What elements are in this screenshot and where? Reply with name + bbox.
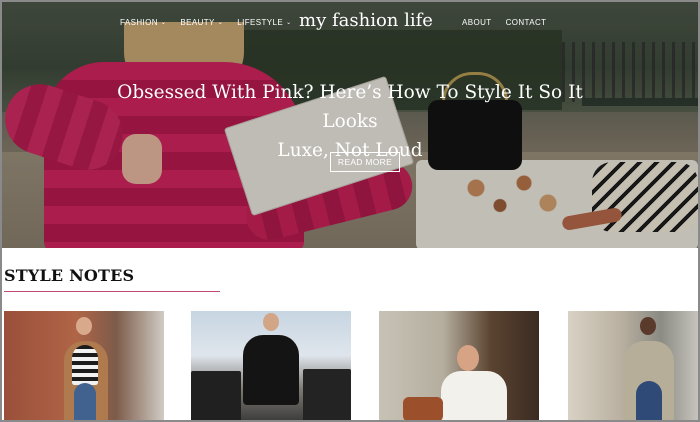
style-note-thumbnail-4[interactable] xyxy=(568,311,698,420)
nav-item-label: BEAUTY xyxy=(180,18,215,27)
section-title-style-notes: STYLE NOTES xyxy=(4,266,135,285)
nav-item-contact[interactable]: CONTACT xyxy=(506,18,547,27)
nav-item-fashion[interactable]: FASHION ⌄ xyxy=(120,18,166,27)
nav-item-about[interactable]: ABOUT xyxy=(462,18,492,27)
thumb-figure-head xyxy=(263,313,279,331)
thumb-figure-puffer xyxy=(243,335,299,405)
nav-item-label: ABOUT xyxy=(462,18,492,27)
thumb-figure-head xyxy=(76,317,92,335)
thumb-figure-head xyxy=(457,345,479,371)
nav-item-beauty[interactable]: BEAUTY ⌄ xyxy=(180,18,223,27)
thumb-bg-chairs xyxy=(191,371,241,420)
thumb-figure-stripes xyxy=(72,345,98,385)
hero-title-line-1: Obsessed With Pink? Here’s How To Style … xyxy=(117,82,583,132)
thumb-handbag xyxy=(403,397,443,420)
page-frame: FASHION ⌄ BEAUTY ⌄ LIFESTYLE ⌄ my fashio… xyxy=(0,0,700,422)
thumb-figure-jeans xyxy=(636,381,662,420)
chevron-down-icon: ⌄ xyxy=(217,20,224,26)
style-note-thumbnail-2[interactable] xyxy=(191,311,351,420)
style-note-thumbnail-3[interactable] xyxy=(379,311,539,420)
nav-right: ABOUT CONTACT xyxy=(462,18,546,27)
read-more-button[interactable]: READ MORE xyxy=(330,152,400,172)
thumb-figure-jacket xyxy=(441,371,507,420)
chevron-down-icon: ⌄ xyxy=(160,20,167,26)
thumb-bg-chairs xyxy=(303,369,351,420)
nav-item-label: FASHION xyxy=(120,18,158,27)
site-title[interactable]: my fashion life xyxy=(266,10,466,31)
thumb-figure-jeans xyxy=(74,383,96,420)
nav-item-label: CONTACT xyxy=(505,18,547,27)
section-divider xyxy=(4,291,220,292)
hero-banner[interactable]: FASHION ⌄ BEAUTY ⌄ LIFESTYLE ⌄ my fashio… xyxy=(2,2,698,248)
thumb-figure-head xyxy=(640,317,656,335)
style-note-thumbnail-1[interactable] xyxy=(4,311,164,420)
